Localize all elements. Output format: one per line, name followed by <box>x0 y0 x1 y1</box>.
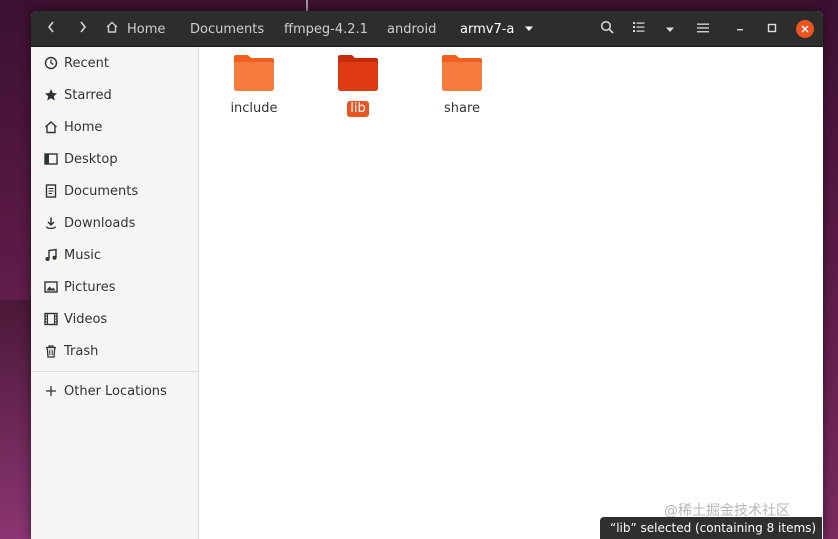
hamburger-icon <box>697 22 709 37</box>
close-button[interactable] <box>794 15 816 43</box>
breadcrumb-label: Home <box>127 21 166 37</box>
folder-include[interactable]: include <box>210 53 298 117</box>
sidebar-item-label: Other Locations <box>64 383 167 399</box>
sidebar-item-other-locations[interactable]: Other Locations <box>31 377 198 405</box>
download-icon <box>43 215 59 231</box>
menu-button[interactable] <box>693 15 713 43</box>
folder-share[interactable]: share <box>418 53 506 117</box>
sidebar-item-label: Home <box>64 119 103 135</box>
minimize-icon <box>735 22 745 37</box>
desktop-background <box>0 300 32 539</box>
document-icon <box>43 183 59 199</box>
breadcrumb-armv7-a[interactable]: armv7-a <box>460 11 534 47</box>
sidebar-item-label: Music <box>64 247 101 263</box>
file-name: lib <box>347 101 369 117</box>
minimize-button[interactable] <box>730 15 750 43</box>
search-button[interactable] <box>596 15 618 43</box>
folder-icon <box>336 53 380 97</box>
plus-icon <box>43 383 59 399</box>
maximize-icon <box>767 22 777 37</box>
headerbar: Home Documents ffmpeg-4.2.1 android armv… <box>31 11 823 47</box>
forward-button[interactable] <box>73 15 93 43</box>
file-name: share <box>443 101 481 116</box>
search-icon <box>600 20 614 38</box>
file-view[interactable]: include lib share <box>199 47 823 539</box>
chevron-left-icon <box>46 20 56 38</box>
sidebar-item-label: Recent <box>64 55 109 71</box>
sidebar-item-videos[interactable]: Videos <box>31 305 198 333</box>
close-icon <box>796 20 814 38</box>
sidebar-item-documents[interactable]: Documents <box>31 177 198 205</box>
picture-icon <box>43 279 59 295</box>
sidebar-divider <box>31 371 198 372</box>
chevron-down-icon <box>524 26 534 32</box>
sidebar-item-downloads[interactable]: Downloads <box>31 209 198 237</box>
view-toggle-button[interactable] <box>629 15 649 43</box>
breadcrumb-documents[interactable]: Documents <box>190 11 264 47</box>
file-name: include <box>230 101 278 116</box>
back-button[interactable] <box>41 15 61 43</box>
maximize-button[interactable] <box>762 15 782 43</box>
music-icon <box>43 247 59 263</box>
sidebar-item-music[interactable]: Music <box>31 241 198 269</box>
sidebar-item-home[interactable]: Home <box>31 113 198 141</box>
clock-icon <box>43 55 59 71</box>
view-options-button[interactable] <box>661 15 679 43</box>
folder-icon <box>440 53 484 97</box>
trash-icon <box>43 343 59 359</box>
sidebar-item-starred[interactable]: Starred <box>31 81 198 109</box>
sidebar-item-label: Documents <box>64 183 139 199</box>
star-icon <box>43 87 59 103</box>
sidebar-item-pictures[interactable]: Pictures <box>31 273 198 301</box>
status-bar: “lib” selected (containing 8 items) <box>600 517 822 539</box>
sidebar-item-label: Pictures <box>64 279 116 295</box>
sidebar-item-label: Trash <box>64 343 99 359</box>
chevron-right-icon <box>78 20 88 38</box>
sidebar-item-label: Downloads <box>64 215 136 231</box>
folder-lib[interactable]: lib <box>314 53 402 117</box>
video-icon <box>43 311 59 327</box>
home-icon <box>105 20 119 38</box>
sidebar-item-label: Videos <box>64 311 108 327</box>
folder-icon <box>232 53 276 97</box>
list-view-icon <box>633 21 645 37</box>
sidebar-item-desktop[interactable]: Desktop <box>31 145 198 173</box>
chevron-down-icon <box>665 22 675 37</box>
sidebar-item-trash[interactable]: Trash <box>31 337 198 365</box>
breadcrumb-ffmpeg[interactable]: ffmpeg-4.2.1 <box>284 11 368 47</box>
sidebar-item-label: Starred <box>64 87 112 103</box>
breadcrumb-android[interactable]: android <box>387 11 436 47</box>
home-icon <box>43 119 59 135</box>
sidebar-item-recent[interactable]: Recent <box>31 49 198 77</box>
desktop-icon <box>43 151 59 167</box>
sidebar-item-label: Desktop <box>64 151 118 167</box>
file-manager-window: Home Documents ffmpeg-4.2.1 android armv… <box>31 11 823 539</box>
sidebar: Recent Starred Home Desktop Documents Do… <box>31 47 199 539</box>
breadcrumb-home[interactable]: Home <box>105 11 165 47</box>
breadcrumb-label: armv7-a <box>460 21 515 37</box>
